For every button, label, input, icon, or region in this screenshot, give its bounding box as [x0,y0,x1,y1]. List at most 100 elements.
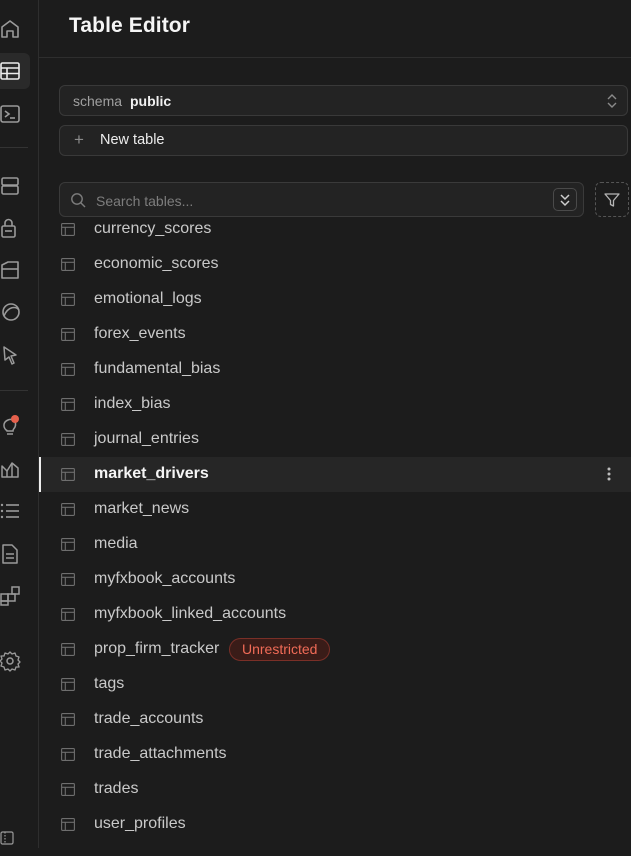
table-row[interactable]: forex_events [39,317,631,352]
table-name: fundamental_bias [94,360,221,377]
new-table-button[interactable]: + New table [59,125,628,156]
table-row[interactable]: emotional_logs [39,282,631,317]
collapse-all-button[interactable] [553,188,577,211]
realtime-nav-button[interactable] [0,337,30,373]
schema-label: schema [73,93,123,109]
table-name: market_drivers [94,465,209,482]
new-table-label: New table [100,132,165,148]
table-name: currency_scores [94,220,212,237]
more-vertical-icon [607,467,611,481]
more-options-button[interactable] [603,466,615,487]
table-icon [61,748,75,761]
table-name: emotional_logs [94,290,202,307]
table-name: trade_attachments [94,745,227,762]
table-row[interactable]: myfxbook_accounts [39,562,631,597]
table-name: journal_entries [94,430,199,447]
table-name: forex_events [94,325,186,342]
tables-list: currency_scores economic_scores emotional_… [39,217,631,848]
sidebar-icon [0,831,14,845]
filter-button[interactable] [595,182,629,217]
table-name: prop_firm_tracker [94,640,220,657]
lock-icon [1,218,16,238]
table-name: trades [94,780,139,797]
schema-selector[interactable]: schema public [59,85,628,116]
advisors-nav-button[interactable] [0,409,30,445]
table-name: economic_scores [94,255,219,272]
reports-nav-button[interactable] [0,451,30,487]
filter-icon [604,192,620,207]
table-row[interactable]: trade_accounts [39,702,631,737]
table-icon [61,223,75,236]
table-editor-nav-button[interactable] [0,53,30,89]
chevrons-up-down-icon [607,94,617,108]
panel-header: Table Editor [39,0,631,58]
logs-nav-button[interactable] [0,493,30,529]
settings-nav-button[interactable] [0,643,30,679]
table-row[interactable]: trade_attachments [39,737,631,772]
table-icon [61,328,75,341]
plus-icon: + [74,130,84,149]
table-row[interactable]: media [39,527,631,562]
globe-icon [2,303,20,321]
home-nav-button[interactable] [0,11,30,47]
table-row[interactable]: market_news [39,492,631,527]
storage-nav-button[interactable] [0,252,30,288]
table-name: trade_accounts [94,710,204,727]
integrations-nav-button[interactable] [0,578,30,614]
table-name: myfxbook_linked_accounts [94,605,287,622]
document-icon [2,544,18,564]
table-icon [61,643,75,656]
chevrons-collapse-icon [560,193,570,206]
table-row[interactable]: index_bias [39,387,631,422]
table-row[interactable]: myfxbook_linked_accounts [39,597,631,632]
database-icon [1,177,19,195]
page-title: Table Editor [69,14,190,37]
table-icon [61,818,75,831]
nav-rail [0,0,39,848]
table-icon [61,783,75,796]
rls-status-badge: Unrestricted [229,638,331,661]
table-icon [61,678,75,691]
gear-icon [0,651,21,672]
home-icon [1,20,19,38]
table-icon [61,433,75,446]
table-icon [61,538,75,551]
table-name: market_news [94,500,190,517]
table-row[interactable]: economic_scores [39,247,631,282]
search-box [59,182,584,218]
table-name: myfxbook_accounts [94,570,236,587]
table-name: tags [94,675,125,692]
table-row[interactable]: journal_entries [39,422,631,457]
sql-editor-nav-button[interactable] [0,96,30,132]
table-row[interactable]: tags [39,667,631,702]
table-name: user_profiles [94,815,186,832]
table-icon [0,62,20,80]
blocks-icon [0,586,20,606]
schema-value: public [130,93,172,109]
api-docs-nav-button[interactable] [0,536,30,572]
cursor-icon [3,346,17,365]
table-row[interactable]: market_drivers [39,457,631,492]
table-name: index_bias [94,395,171,412]
table-row[interactable]: prop_firm_tracker Unrestricted [39,632,631,667]
search-icon [71,193,86,208]
table-icon [61,258,75,271]
table-icon [61,608,75,621]
terminal-icon [0,105,20,123]
list-icon [0,503,19,519]
table-icon [61,573,75,586]
table-row[interactable]: fundamental_bias [39,352,631,387]
table-row[interactable]: trades [39,772,631,807]
table-row[interactable]: user_profiles [39,807,631,842]
table-row[interactable]: currency_scores [39,217,631,247]
notification-dot [11,415,19,423]
edge-functions-nav-button[interactable] [0,294,30,330]
table-icon [61,713,75,726]
database-nav-button[interactable] [0,168,30,204]
collapse-sidebar-button[interactable] [0,820,30,856]
active-indicator [39,457,41,492]
table-icon [61,363,75,376]
table-icon [61,293,75,306]
auth-nav-button[interactable] [0,210,30,246]
search-tables-input[interactable] [94,183,538,218]
